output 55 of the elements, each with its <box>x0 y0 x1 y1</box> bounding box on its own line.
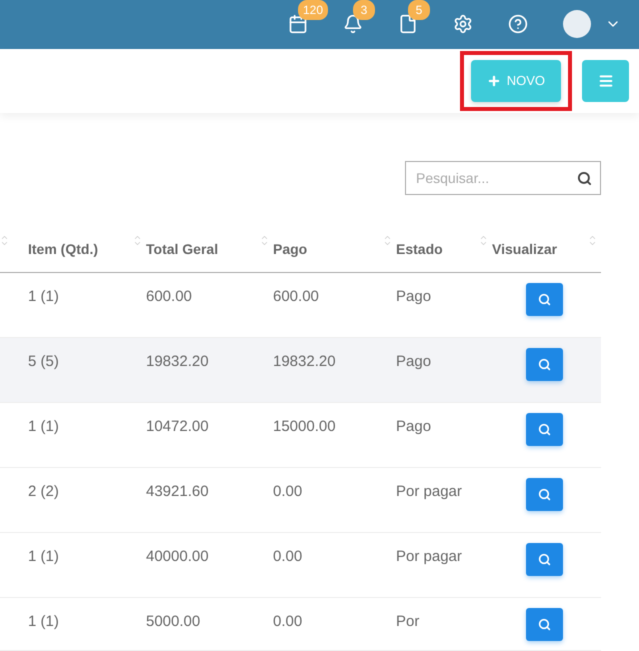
table-cell: 5 (5) <box>28 353 59 370</box>
view-button[interactable] <box>526 543 563 576</box>
table-cell: Por pagar <box>396 483 462 500</box>
table-cell: 19832.20 <box>273 353 336 370</box>
table-cell: 0.00 <box>273 613 302 630</box>
table-cell: Por <box>396 613 420 630</box>
search-icon <box>538 618 551 631</box>
plus-icon <box>486 74 501 88</box>
table-cell: 2 (2) <box>28 483 59 500</box>
avatar[interactable] <box>563 10 591 38</box>
menu-icon <box>598 72 614 89</box>
table-cell: 1 (1) <box>28 548 59 565</box>
search-icon <box>538 423 551 436</box>
table-cell: Por pagar <box>396 548 462 565</box>
column-header[interactable]: Item (Qtd.) <box>28 238 98 260</box>
table-cell: 15000.00 <box>273 418 336 435</box>
calendar-icon[interactable] <box>288 14 308 34</box>
search-icon <box>538 553 551 566</box>
settings-icon[interactable] <box>452 14 472 34</box>
search-icon <box>538 488 551 501</box>
column-header[interactable]: Visualizar <box>492 238 558 260</box>
table-cell: 10472.00 <box>146 418 209 435</box>
view-button[interactable] <box>526 608 563 641</box>
view-button[interactable] <box>526 348 563 381</box>
table-cell: 1 (1) <box>28 418 59 435</box>
table-cell: Pago <box>396 418 432 435</box>
table-cell: Pago <box>396 353 432 370</box>
count-badge: 120 <box>298 0 328 20</box>
table-cell: 0.00 <box>273 548 302 565</box>
count-badge: 3 <box>353 0 375 20</box>
view-button[interactable] <box>526 283 563 316</box>
table-cell: 1 (1) <box>28 613 59 630</box>
table-cell: 5000.00 <box>146 613 200 630</box>
bell-icon[interactable] <box>342 14 362 34</box>
table-cell: 1 (1) <box>28 288 59 305</box>
column-header[interactable]: Total Geral <box>146 238 218 260</box>
count-badge: 5 <box>408 0 430 20</box>
table-cell: 600.00 <box>273 288 319 305</box>
table-cell: 600.00 <box>146 288 192 305</box>
column-header[interactable]: Pago <box>273 238 308 260</box>
help-icon[interactable] <box>508 14 528 34</box>
table-cell: 0.00 <box>273 483 302 500</box>
view-button[interactable] <box>526 413 563 446</box>
table-cell: 19832.20 <box>146 353 209 370</box>
table-cell: 40000.00 <box>146 548 209 565</box>
search-field[interactable]: Pesquisar... <box>405 161 601 195</box>
view-button[interactable] <box>526 478 563 511</box>
table-cell: Pago <box>396 288 432 305</box>
search-icon <box>538 293 551 306</box>
search-icon <box>538 358 551 371</box>
menu-button[interactable] <box>582 60 629 102</box>
column-header[interactable]: Estado <box>396 238 443 260</box>
search-icon[interactable] <box>577 170 592 186</box>
file-icon[interactable] <box>398 14 418 34</box>
table-cell: 43921.60 <box>146 483 209 500</box>
